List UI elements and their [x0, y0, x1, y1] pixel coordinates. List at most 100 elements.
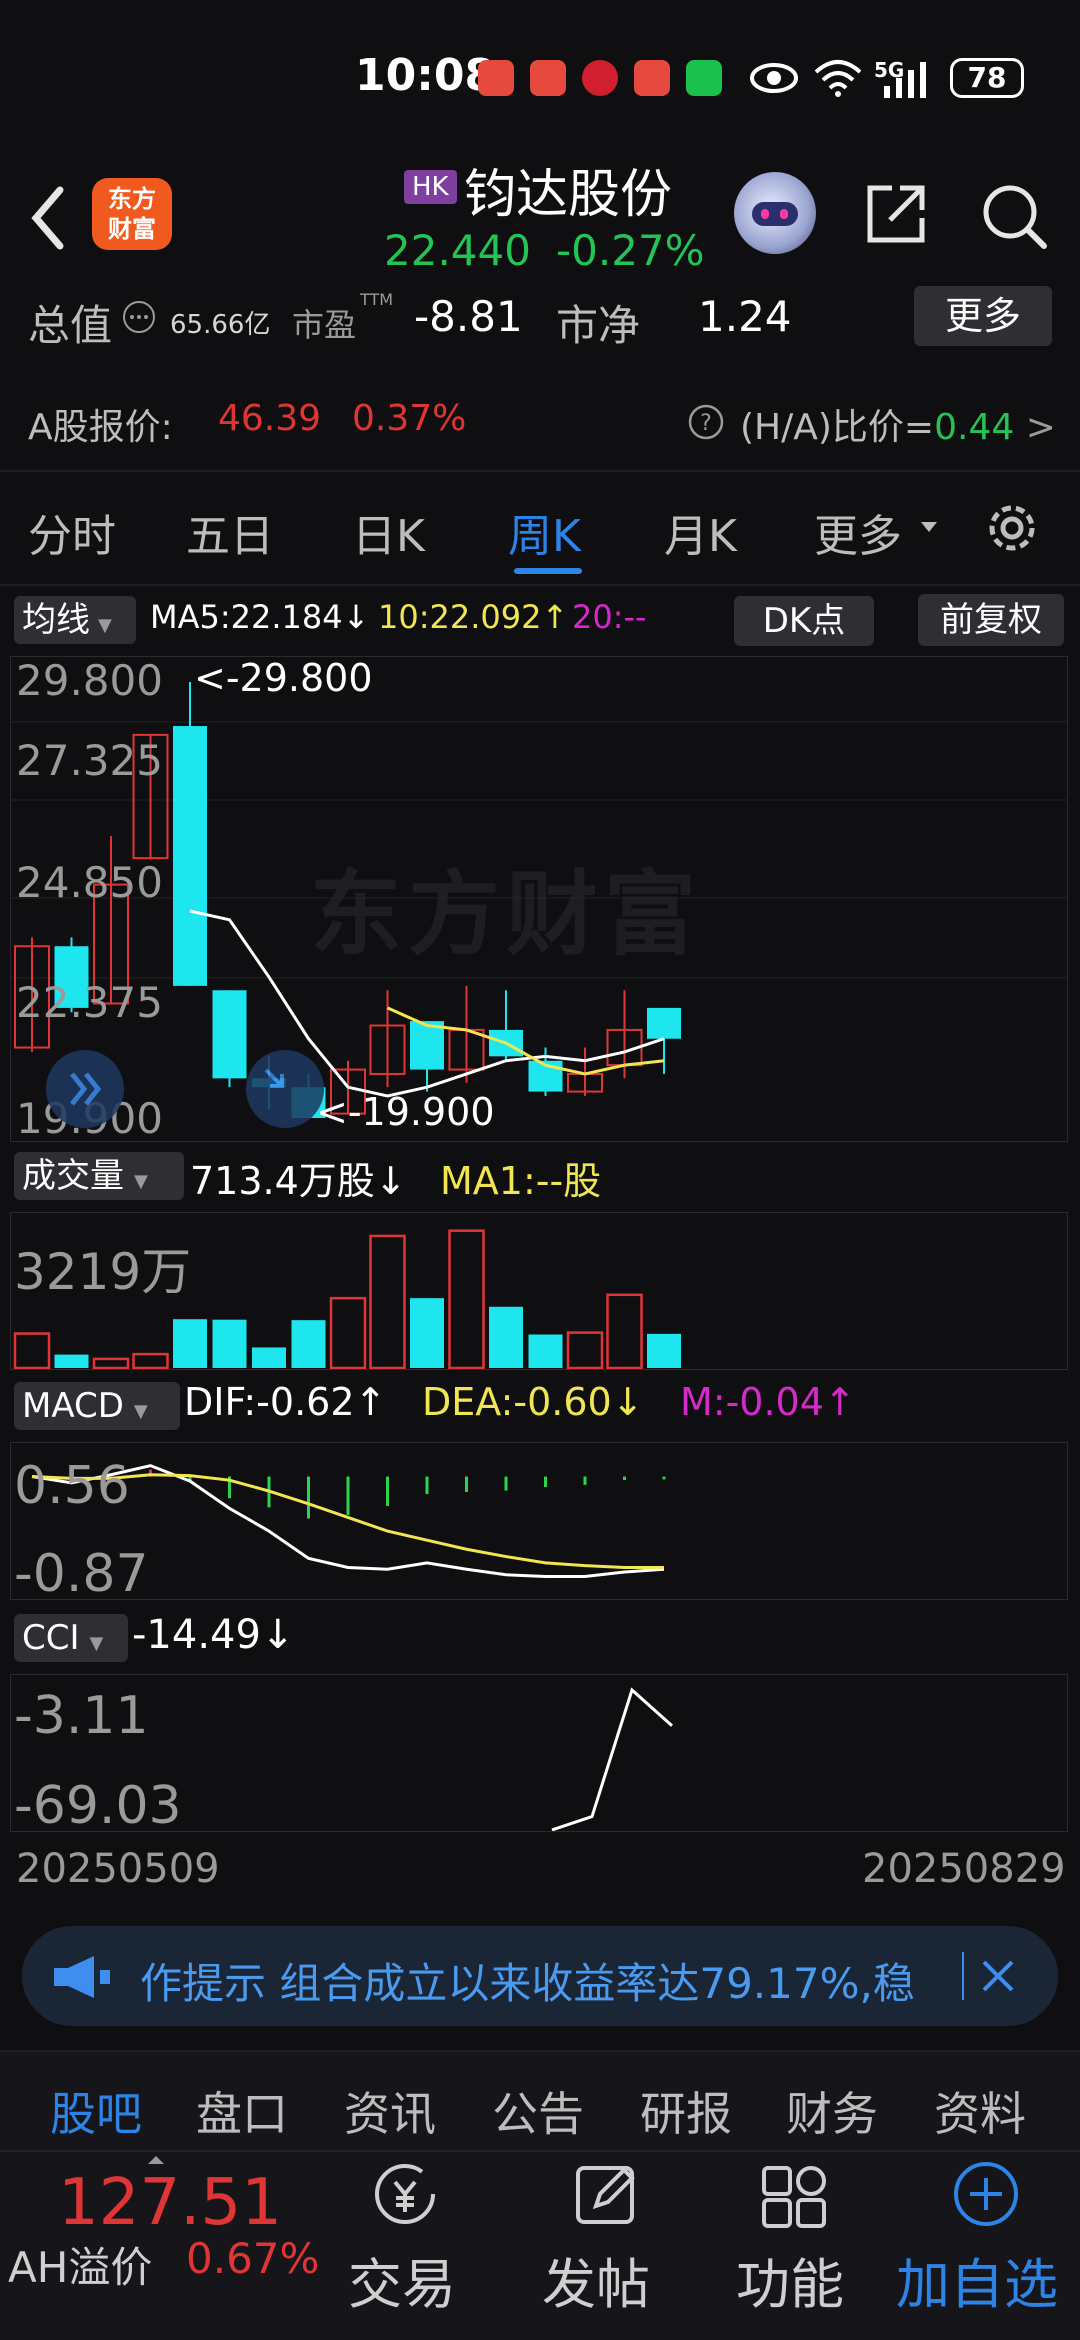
svg-text:?: ?: [700, 411, 712, 436]
tab-announcements[interactable]: 公告: [492, 2078, 584, 2144]
tab-five-day[interactable]: 五日: [186, 500, 274, 564]
add-watchlist-label: 加自选: [896, 2253, 1058, 2316]
trade-label: 交易: [348, 2253, 456, 2316]
pe-value: -8.81: [414, 292, 523, 341]
post-label: 发帖: [542, 2253, 650, 2316]
tab-finance[interactable]: 财务: [786, 2078, 878, 2144]
macd-chart-frame[interactable]: [10, 1442, 1068, 1600]
search-icon[interactable]: [978, 180, 1050, 252]
megaphone-icon: [54, 1956, 110, 1998]
pb-label: 市净: [556, 301, 641, 350]
macd-m: M:-0.04↑: [680, 1380, 856, 1424]
macd-selector-label: MACD: [22, 1386, 124, 1426]
tab-research[interactable]: 研报: [640, 2078, 732, 2144]
logo-text: 东方 财富: [108, 185, 156, 243]
ai-assistant-robot-icon[interactable]: [734, 172, 816, 254]
ah-premium-value[interactable]: 127.51: [58, 2166, 282, 2240]
fullscreen-button[interactable]: [246, 1050, 324, 1128]
chevron-down-icon: [921, 522, 937, 532]
eastmoney-logo[interactable]: 东方 财富: [92, 178, 172, 250]
tab-monthly-k[interactable]: 月K: [664, 500, 737, 564]
dk-point-button[interactable]: DK点: [734, 596, 874, 646]
cci-y-label-2: -69.03: [14, 1776, 182, 1836]
grid-icon: [762, 2166, 826, 2228]
low-annotation: <-19.900: [316, 1090, 495, 1134]
ha-ratio-link[interactable]: (H/A)比价=0.44 >: [740, 398, 1056, 450]
pb-value: 1.24: [698, 292, 792, 341]
double-chevron-right-icon: [70, 1072, 102, 1106]
total-value-label: 总值: [28, 301, 113, 350]
tab-guba[interactable]: 股吧: [50, 2078, 142, 2144]
ha-ratio-arrow: >: [1025, 407, 1056, 448]
signal-icon: [884, 62, 926, 98]
pe-label: 市盈: [292, 306, 357, 344]
chevron-down-icon: ▼: [98, 615, 112, 636]
caret-up-icon: [148, 2156, 164, 2164]
market-badge: HK: [404, 170, 457, 204]
robot-eye-right: [780, 209, 788, 219]
ma-selector[interactable]: 均线 ▼: [14, 596, 136, 644]
date-start: 20250509: [16, 1846, 220, 1892]
macd-dea: DEA:-0.60↓: [422, 1380, 644, 1424]
ma10-value: 10:22.092↑: [378, 598, 569, 636]
ma-selector-label: 均线: [22, 600, 90, 640]
volume-y-label: 3219万: [14, 1243, 192, 1301]
help-icon[interactable]: ?: [688, 404, 724, 440]
ma20-value: 20:--: [572, 598, 647, 636]
wechat-notification-icon: [686, 60, 722, 96]
share-icon[interactable]: [862, 180, 930, 248]
macd-y-label-1: 0.56: [14, 1456, 130, 1516]
cci-y-label-1: -3.11: [14, 1686, 149, 1746]
ma5-value: MA5:22.184↓: [150, 598, 370, 636]
cci-selector[interactable]: CCI ▼: [14, 1614, 128, 1662]
book-notification-icon: [530, 60, 566, 96]
yen-exchange-icon: [375, 2164, 435, 2224]
kline-y-label-4: 22.375: [16, 978, 163, 1027]
pe-ttm-sup: TTM: [360, 290, 394, 309]
a-share-label: A股报价:: [28, 407, 173, 448]
a-share-price: 46.39: [218, 398, 322, 439]
app-notification-icon: [582, 60, 618, 96]
ah-premium-pct: 0.67%: [186, 2234, 320, 2283]
kline-y-label-2: 27.325: [16, 736, 163, 785]
huawei-notification-icon-2: [634, 60, 670, 96]
status-bar: 10:08 5G 78: [0, 0, 1080, 160]
chevron-down-icon: ▼: [134, 1171, 148, 1192]
tab-weekly-k[interactable]: 周K: [508, 500, 581, 564]
volume-selector[interactable]: 成交量 ▼: [14, 1152, 184, 1200]
volume-value: 713.4万股↓: [190, 1159, 407, 1203]
robot-visor: [752, 202, 798, 226]
more-dots-icon[interactable]: [122, 300, 156, 334]
expand-sidebar-button[interactable]: [46, 1050, 124, 1128]
stock-name: 钧达股份: [464, 165, 673, 225]
volume-selector-label: 成交量: [22, 1156, 124, 1196]
cci-value: -14.49↓: [132, 1612, 295, 1658]
header-price: 22.440: [384, 226, 531, 275]
gear-icon[interactable]: [980, 496, 1044, 560]
more-button[interactable]: 更多: [914, 286, 1052, 346]
edit-icon: [576, 2166, 635, 2224]
tab-intraday[interactable]: 分时: [28, 500, 116, 564]
tab-order-book[interactable]: 盘口: [196, 2078, 288, 2144]
macd-selector[interactable]: MACD ▼: [14, 1382, 180, 1430]
eye-icon: [750, 63, 798, 93]
ha-ratio-label: (H/A)比价=: [740, 407, 935, 448]
banner-text: 作提示 组合成立以来收益率达79.17%,稳: [140, 1959, 915, 2008]
function-label: 功能: [736, 2253, 844, 2316]
tab-news[interactable]: 资讯: [344, 2078, 436, 2144]
close-icon[interactable]: [976, 1954, 1020, 1998]
tab-profile[interactable]: 资料: [934, 2078, 1026, 2144]
forward-adjust-button[interactable]: 前复权: [918, 594, 1064, 646]
banner-divider: [962, 1952, 964, 2000]
robot-eye-left: [761, 209, 769, 219]
huawei-notification-icon: [478, 60, 514, 96]
macd-y-label-2: -0.87: [14, 1544, 149, 1604]
high-annotation: <-29.800: [194, 656, 373, 700]
header-change-pct: -0.27%: [556, 226, 705, 275]
wifi-icon: [814, 60, 862, 97]
kline-y-label-3: 24.850: [16, 858, 163, 907]
tab-more[interactable]: 更多: [814, 500, 902, 564]
back-icon[interactable]: [20, 178, 80, 258]
kline-y-label-1: 29.800: [16, 656, 163, 705]
tab-daily-k[interactable]: 日K: [352, 500, 425, 564]
